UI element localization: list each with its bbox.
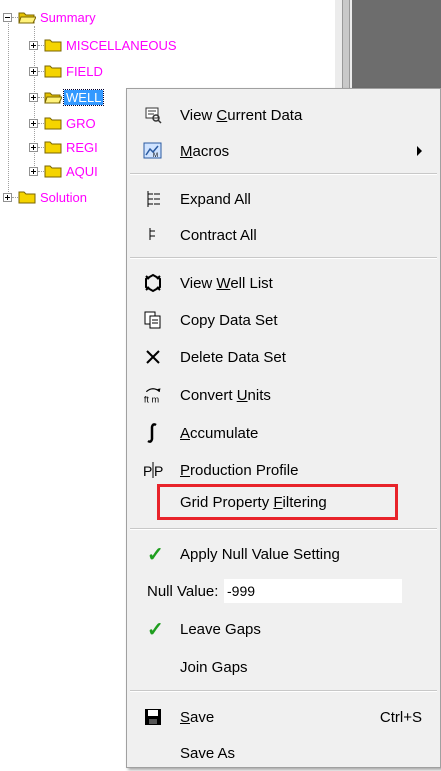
menu-item-label: Copy Data Set	[180, 311, 278, 329]
contract-tree-icon	[143, 225, 163, 245]
tree-node-label: MISCELLANEOUS	[66, 37, 177, 53]
menu-item-save[interactable]: Save Ctrl+S	[127, 699, 440, 735]
macros-icon: M	[143, 141, 163, 161]
tree-node-field[interactable]: FIELD	[29, 62, 105, 80]
menu-item-save-as[interactable]: Save As	[127, 735, 440, 771]
tree-node-solution[interactable]: Solution	[3, 188, 89, 206]
expand-icon[interactable]	[3, 192, 12, 202]
collapse-icon[interactable]	[3, 12, 12, 22]
menu-separator	[130, 173, 437, 175]
folder-icon	[44, 165, 62, 178]
menu-item-label: Expand All	[180, 190, 251, 208]
menu-item-label: Save As	[180, 744, 236, 762]
menu-item-label: Production Profile	[180, 461, 299, 479]
menu-item-convert-units[interactable]: ft m Convert Units	[127, 377, 440, 413]
folder-open-icon	[18, 12, 36, 24]
menu-item-label: View Well List	[180, 274, 273, 292]
production-profile-icon: PP	[143, 460, 163, 480]
svg-text:P: P	[154, 463, 163, 479]
save-icon	[143, 707, 163, 727]
tree-node-label: AQUI	[66, 163, 98, 179]
folder-icon	[44, 65, 62, 78]
annotation-highlight-box	[157, 484, 398, 520]
svg-text:M: M	[153, 153, 158, 159]
well-list-icon	[143, 273, 163, 293]
svg-text:ft m: ft m	[144, 395, 160, 405]
menu-item-join-gaps[interactable]: Join Gaps	[127, 649, 440, 685]
menu-item-label: View Current Data	[180, 106, 303, 124]
check-icon: ✓	[147, 543, 164, 566]
tree-node-label: FIELD	[66, 63, 103, 79]
folder-icon	[44, 117, 62, 130]
copy-icon	[143, 310, 163, 330]
convert-units-icon: ft m	[143, 385, 163, 405]
menu-item-leave-gaps[interactable]: ✓ Leave Gaps	[127, 611, 440, 647]
menu-item-apply-null-value-setting[interactable]: ✓ Apply Null Value Setting	[127, 536, 440, 572]
menu-item-copy-data-set[interactable]: Copy Data Set	[127, 302, 440, 338]
menu-item-contract-all[interactable]: Contract All	[127, 217, 440, 253]
menu-separator	[130, 257, 437, 259]
expand-tree-icon	[143, 189, 163, 209]
delete-icon	[143, 347, 163, 367]
tree-node-label: Summary	[40, 9, 96, 25]
menu-separator	[130, 690, 437, 692]
menu-item-expand-all[interactable]: Expand All	[127, 181, 440, 217]
tree-node-label: GRO	[66, 115, 96, 131]
context-menu: View Current Data M Macros Expand All Co…	[126, 88, 441, 768]
integral-icon	[143, 423, 163, 443]
tree-node-well[interactable]: WELL	[29, 88, 105, 106]
expand-icon[interactable]	[29, 118, 38, 128]
null-value-input[interactable]	[224, 579, 402, 603]
menu-item-label: Accumulate	[180, 424, 259, 442]
menu-item-label: Join Gaps	[180, 658, 248, 676]
svg-text:P: P	[143, 463, 152, 479]
menu-separator	[130, 528, 437, 530]
menu-item-label: Apply Null Value Setting	[180, 545, 340, 563]
view-data-icon	[143, 105, 163, 125]
expand-icon[interactable]	[29, 166, 38, 176]
menu-item-delete-data-set[interactable]: Delete Data Set	[127, 339, 440, 375]
menu-item-label: Contract All	[180, 226, 257, 244]
menu-item-macros[interactable]: M Macros	[127, 133, 440, 169]
tree-node-region[interactable]: REGI	[29, 138, 100, 156]
folder-icon	[44, 141, 62, 154]
expand-icon[interactable]	[29, 66, 38, 76]
tree-node-group[interactable]: GRO	[29, 114, 98, 132]
expand-icon[interactable]	[29, 142, 38, 152]
folder-icon	[18, 191, 36, 204]
menu-item-label: Delete Data Set	[180, 348, 286, 366]
menu-item-label: Macros	[180, 142, 230, 160]
menu-item-label: Convert Units	[180, 386, 271, 404]
tree-node-miscellaneous[interactable]: MISCELLANEOUS	[29, 36, 179, 54]
menu-item-label: Save	[180, 708, 215, 726]
check-icon: ✓	[147, 618, 164, 641]
menu-item-view-current-data[interactable]: View Current Data	[127, 97, 440, 133]
menu-item-production-profile[interactable]: PP Production Profile	[127, 452, 440, 488]
shortcut-label: Ctrl+S	[379, 708, 422, 726]
menu-item-label: Leave Gaps	[180, 620, 261, 638]
folder-icon	[44, 39, 62, 52]
tree-node-label: REGI	[66, 139, 98, 155]
menu-item-accumulate[interactable]: Accumulate	[127, 415, 440, 451]
tree-node-label: WELL	[62, 88, 105, 106]
expand-icon[interactable]	[29, 92, 38, 102]
null-value-label: Null Value:	[147, 582, 219, 600]
tree-node-summary[interactable]: Summary	[3, 8, 98, 26]
tree-node-aquifer[interactable]: AQUI	[29, 162, 100, 180]
folder-open-icon	[44, 92, 62, 104]
expand-icon[interactable]	[29, 40, 38, 50]
submenu-arrow-icon	[417, 146, 422, 156]
menu-item-view-well-list[interactable]: View Well List	[127, 265, 440, 301]
tree-node-label: Solution	[40, 189, 87, 205]
tree-connector	[8, 18, 9, 198]
